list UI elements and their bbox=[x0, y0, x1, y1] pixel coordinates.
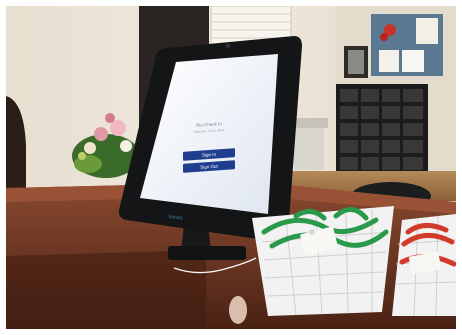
photo-illustration: Ria Check In Welcome to the office Sign … bbox=[6, 6, 456, 329]
red-decoration-2 bbox=[380, 33, 388, 41]
photo-scene: Ria Check In Welcome to the office Sign … bbox=[6, 6, 456, 329]
notice-paper-3 bbox=[416, 18, 438, 44]
notice-paper-2 bbox=[402, 50, 424, 72]
basket-red-lanyards bbox=[392, 214, 456, 317]
mail-shelf bbox=[336, 84, 428, 184]
kiosk-camera bbox=[225, 43, 231, 49]
badge-clip bbox=[309, 229, 315, 235]
notice-paper-1 bbox=[379, 50, 399, 72]
basket-green-lanyards bbox=[252, 206, 394, 316]
picture-frame-inner bbox=[348, 50, 364, 74]
sign-in-button-label: Sign In bbox=[202, 152, 216, 158]
